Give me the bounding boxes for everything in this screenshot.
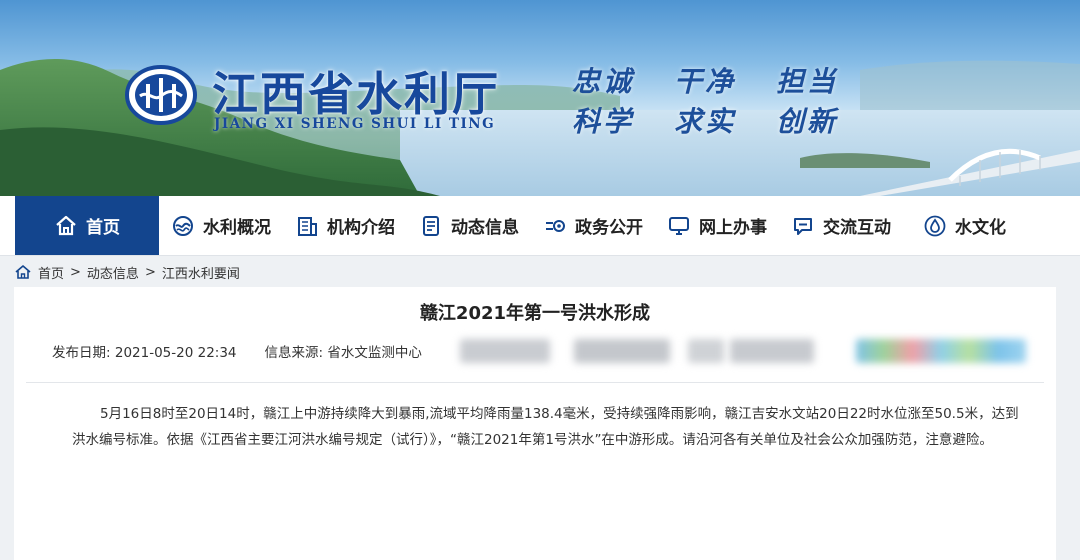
divider (26, 382, 1044, 383)
gov-open-icon (546, 219, 565, 232)
home-icon (56, 215, 76, 235)
slogan-word: 创新 (776, 105, 839, 138)
breadcrumb-link-home[interactable]: 首页 (38, 263, 64, 282)
water-overview-icon (173, 215, 193, 236)
nav-item-home[interactable]: 首页 (15, 196, 159, 255)
nav-item-interaction[interactable]: 交流互动 (791, 196, 891, 255)
nav-label: 水利概况 (203, 218, 271, 238)
breadcrumb: 首页 > 动态信息 > 江西水利要闻 (14, 262, 240, 282)
nav-label: 首页 (86, 218, 120, 238)
water-drop-icon (924, 215, 946, 236)
breadcrumb-link-jiangxi-news[interactable]: 江西水利要闻 (162, 263, 240, 282)
nav-label: 机构介绍 (327, 218, 395, 238)
site-name-english: JIANG XI SHENG SHUI LI TING (214, 116, 496, 132)
nav-label: 政务公开 (575, 218, 643, 238)
article-title: 赣江2021年第一号洪水形成 (419, 303, 651, 324)
document-icon (423, 215, 439, 236)
monitor-icon (669, 216, 689, 235)
ministry-logo-icon (125, 65, 197, 125)
nav-item-gov-affairs[interactable]: 政务公开 (543, 196, 643, 255)
slogan-line-2: 科学 求实 创新 (572, 100, 838, 140)
slogan-word: 求实 (674, 105, 737, 138)
nav-label: 交流互动 (823, 218, 891, 238)
nav-item-news[interactable]: 动态信息 (419, 196, 519, 255)
publish-date: 发布日期: 2021-05-20 22:34 (52, 341, 237, 361)
nav-item-organization[interactable]: 机构介绍 (295, 196, 395, 255)
main-nav: 首页 水利概况 机构介绍 动态信息 政务公开 网上办事 交流互动 水文化 (0, 196, 1080, 256)
header-banner: 江西省水利厅 JIANG XI SHENG SHUI LI TING 忠诚 干净… (0, 0, 1080, 196)
redacted-share-icons (856, 339, 1026, 363)
article-body: 5月16日8时至20日14时，赣江上中游持续降大到暴雨,流域平均降雨量138.4… (72, 406, 1019, 448)
nav-item-water-culture[interactable]: 水文化 (923, 196, 1006, 255)
redacted-block (688, 339, 724, 363)
breadcrumb-separator: > (70, 264, 81, 280)
info-source-label: 信息来源: (264, 345, 324, 361)
info-source-value: 省水文监测中心 (327, 345, 422, 361)
publish-date-value: 2021-05-20 22:34 (114, 345, 237, 361)
info-source: 信息来源: 省水文监测中心 (265, 341, 422, 361)
redacted-block (460, 339, 550, 363)
chat-icon (794, 217, 812, 235)
redacted-block (730, 339, 814, 363)
redacted-block (574, 339, 670, 363)
publish-date-label: 发布日期: (52, 345, 111, 361)
home-icon (15, 265, 31, 279)
nav-label: 水文化 (955, 218, 1006, 238)
building-icon (298, 216, 317, 236)
nav-item-online-services[interactable]: 网上办事 (667, 196, 767, 255)
nav-label: 网上办事 (699, 218, 767, 238)
slogan-line-1: 忠诚 干净 担当 (572, 60, 838, 100)
slogan-word: 担当 (776, 65, 839, 98)
nav-label: 动态信息 (451, 218, 519, 238)
breadcrumb-separator: > (144, 264, 156, 280)
slogan-word: 忠诚 (572, 65, 635, 98)
site-name: 江西省水利厅 (212, 67, 500, 121)
slogan-word: 干净 (674, 65, 737, 98)
slogan-word: 科学 (572, 105, 635, 138)
article-meta: 发布日期: 2021-05-20 22:34 信息来源: 省水文监测中心 (52, 341, 422, 361)
nav-item-water-overview[interactable]: 水利概况 (171, 196, 271, 255)
breadcrumb-link-news[interactable]: 动态信息 (87, 263, 139, 282)
article-panel: 赣江2021年第一号洪水形成 发布日期: 2021-05-20 22:34 信息… (14, 287, 1056, 560)
